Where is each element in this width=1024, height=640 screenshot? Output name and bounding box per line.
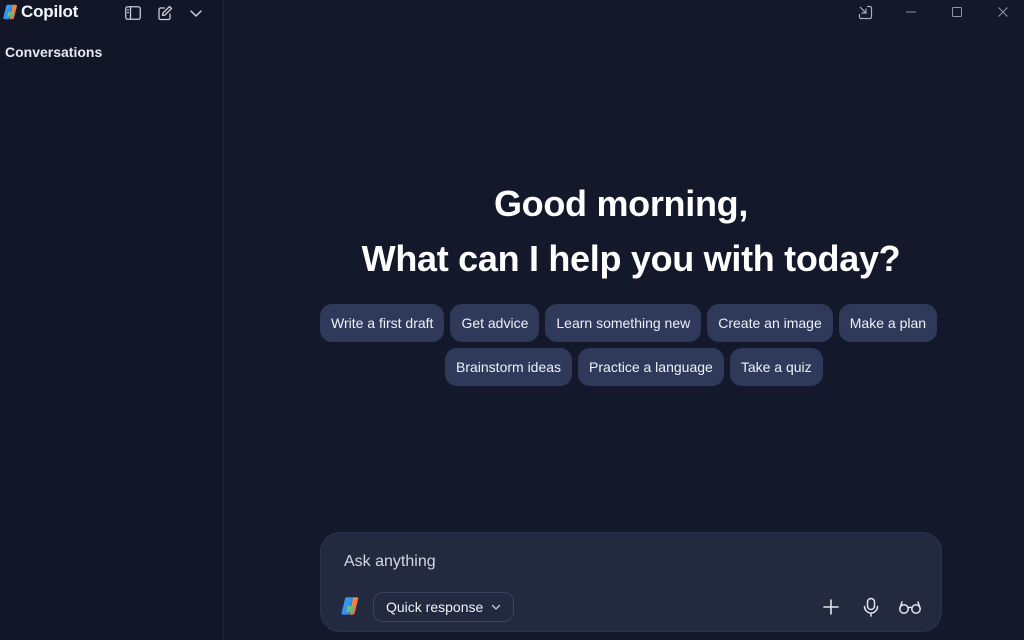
app-title: Copilot	[21, 2, 79, 21]
suggestion-chip[interactable]: Get advice	[450, 304, 540, 342]
copilot-logo-icon	[3, 4, 17, 20]
glasses-icon[interactable]	[897, 594, 923, 620]
microphone-icon[interactable]	[858, 594, 884, 620]
suggestions-row-2: Brainstorm ideas Practice a language Tak…	[445, 348, 825, 386]
sidebar-toggle-icon[interactable]	[123, 3, 143, 23]
window-controls	[824, 0, 1024, 26]
plus-icon[interactable]	[818, 594, 844, 620]
sidebar: Copilot Conversations	[0, 0, 224, 640]
suggestion-chip[interactable]: Write a first draft	[320, 304, 445, 342]
maximize-icon[interactable]	[946, 2, 968, 22]
suggestion-chip[interactable]: Brainstorm ideas	[445, 348, 573, 386]
response-mode-label: Quick response	[386, 599, 484, 615]
chevron-down-icon[interactable]	[186, 3, 206, 23]
minimize-icon[interactable]	[900, 2, 922, 22]
suggestion-chip[interactable]: Take a quiz	[729, 348, 823, 386]
suggestion-chip[interactable]: Make a plan	[838, 304, 938, 342]
greeting-line-2: What can I help you with today?	[361, 238, 901, 279]
response-mode-select[interactable]: Quick response	[373, 592, 515, 622]
chevron-down-icon	[492, 604, 501, 610]
suggestions-row-1: Write a first draft Get advice Learn som…	[320, 304, 938, 342]
close-icon[interactable]	[992, 2, 1014, 22]
sidebar-topbar: Copilot	[0, 0, 224, 26]
conversations-heading: Conversations	[5, 44, 103, 60]
pop-out-icon[interactable]	[854, 2, 876, 22]
copilot-mode-icon	[341, 597, 359, 615]
suggestion-chip[interactable]: Practice a language	[578, 348, 724, 386]
ask-input[interactable]	[344, 553, 904, 571]
greeting-line-1: Good morning,	[493, 183, 749, 224]
suggestion-chip[interactable]: Learn something new	[545, 304, 702, 342]
suggestion-chip[interactable]: Create an image	[707, 304, 833, 342]
new-chat-icon[interactable]	[155, 3, 175, 23]
composer: Quick response	[320, 532, 942, 632]
